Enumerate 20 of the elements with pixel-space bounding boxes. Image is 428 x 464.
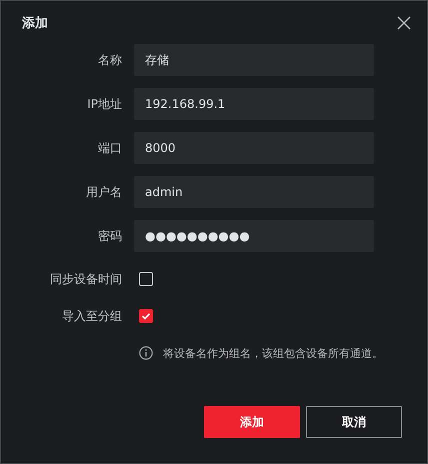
checkbox[interactable] — [139, 272, 153, 286]
field-label: 端口 — [97, 140, 122, 156]
field-label: 名称 — [97, 52, 122, 68]
option-label: 导入至分组 — [61, 308, 122, 324]
add-button[interactable]: 添加 — [204, 406, 300, 438]
cancel-button[interactable]: 取消 — [306, 406, 402, 438]
option-label: 同步设备时间 — [49, 270, 122, 288]
input-field[interactable]: 192.168.99.1 — [134, 88, 374, 120]
input-field[interactable]: admin — [134, 176, 374, 208]
field-label: 密码 — [97, 228, 122, 244]
input-field[interactable]: 存储 — [134, 44, 374, 76]
field-label: 用户名 — [85, 184, 122, 200]
window-title: 添加 — [22, 15, 48, 32]
info-icon — [139, 346, 153, 360]
field-label: IP地址 — [86, 96, 122, 112]
checkbox[interactable] — [139, 309, 153, 323]
input-field[interactable]: ●●●●●●●●●● — [134, 220, 374, 252]
hint-text: 将设备名作为组名，该组包含设备所有通道。 — [163, 346, 383, 360]
close-icon[interactable] — [397, 16, 411, 30]
input-field[interactable]: 8000 — [134, 132, 374, 164]
